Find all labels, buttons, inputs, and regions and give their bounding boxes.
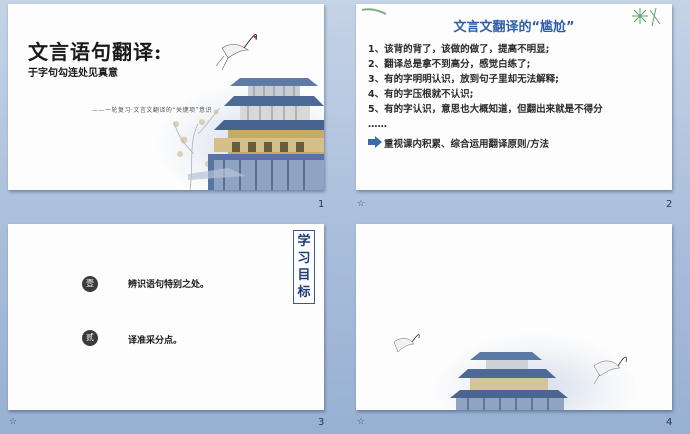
goal-marker: 贰 bbox=[82, 330, 98, 346]
slide-note: 重视课内积累、综合运用翻译原则/方法 bbox=[384, 139, 549, 150]
slide-number-1: 1 bbox=[318, 199, 325, 210]
slide-bullet-list: 1、该背的背了，该做的做了，提高不明显; 2、翻译总是拿不到高分，感觉白练了; … bbox=[368, 42, 603, 132]
crane-icon bbox=[215, 33, 257, 71]
crane-icon bbox=[593, 356, 627, 385]
pagoda-illustration bbox=[173, 33, 324, 190]
pagoda-illustration bbox=[393, 334, 627, 410]
slide-title: 文言语句翻译: bbox=[28, 40, 163, 64]
list-item: 1、该背的背了，该做的做了，提高不明显; bbox=[368, 44, 550, 55]
transition-star-icon: ☆ bbox=[357, 417, 366, 427]
transition-star-icon: ☆ bbox=[357, 199, 366, 209]
list-item: 4、有的字压根就不认识; bbox=[368, 89, 474, 100]
goal-text: 译准采分点。 bbox=[128, 336, 183, 346]
slide-title: 学习目标 bbox=[297, 234, 311, 300]
vertical-title-box: 学习目标 bbox=[293, 230, 315, 304]
list-item: 5、有的字认识，意思也大概知道，但翻出来就是不得分 bbox=[368, 104, 603, 115]
slide-number-3: 3 bbox=[318, 417, 325, 428]
goal-text: 辨识语句特别之处。 bbox=[128, 280, 210, 290]
slide-number-2: 2 bbox=[666, 199, 673, 210]
slide-number-4: 4 bbox=[666, 417, 673, 428]
slide-subtitle: 于字句勾连处见真意 bbox=[28, 68, 118, 79]
list-item: 2、翻译总是拿不到高分，感觉白练了; bbox=[368, 59, 531, 70]
list-item: 3、有的字明明认识，放到句子里却无法解释; bbox=[368, 74, 559, 85]
crane-icon bbox=[393, 334, 420, 353]
slide-thumbnail-1[interactable]: 文言语句翻译: 于字句勾连处见真意 ——一轮复习·文言文翻译的“关键项”意识 bbox=[8, 4, 324, 190]
list-item: …… bbox=[368, 119, 387, 130]
slide-thumbnail-4[interactable] bbox=[356, 224, 672, 410]
transition-star-icon: ☆ bbox=[9, 417, 18, 427]
slide-title: 文言文翻译的“尴尬” bbox=[453, 20, 575, 35]
goal-marker: 壹 bbox=[82, 276, 98, 292]
slide-thumbnail-2[interactable]: 文言文翻译的“尴尬” 1、该背的背了，该做的做了，提高不明显; 2、翻译总是拿不… bbox=[356, 4, 672, 190]
slide-thumbnail-3[interactable]: 学习目标 壹 辨识语句特别之处。 贰 译准采分点。 bbox=[8, 224, 324, 410]
arrow-right-icon bbox=[368, 136, 382, 148]
slide-note: ——一轮复习·文言文翻译的“关键项”意识 bbox=[92, 107, 213, 114]
